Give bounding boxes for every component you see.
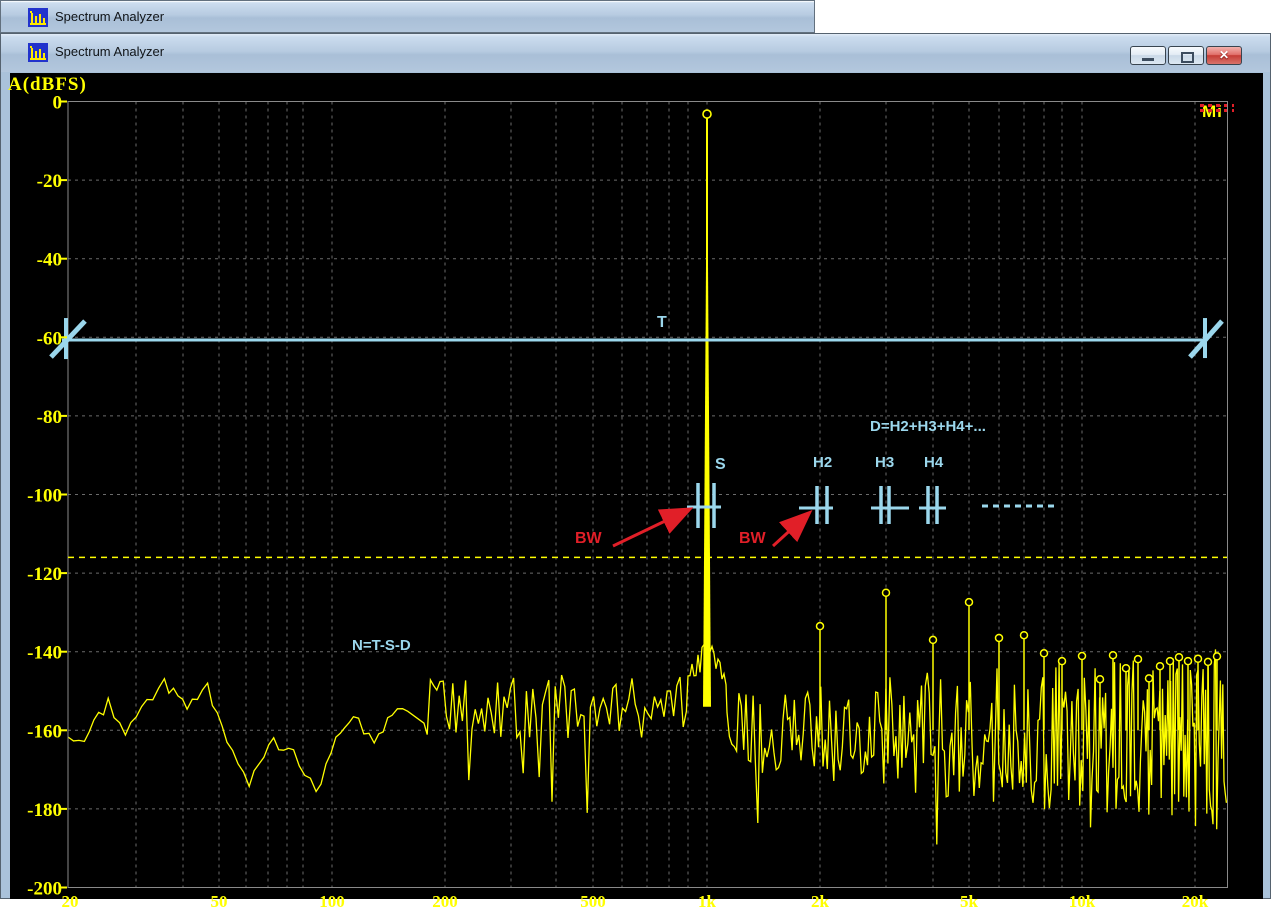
- annotation-h4: H4: [924, 454, 943, 471]
- annotation-d-h2-h3-h4-: D=H2+H3+H4+...: [870, 418, 986, 435]
- annotation-bw: BW: [739, 530, 766, 548]
- annotation-bw: BW: [575, 530, 602, 548]
- minimize-icon: [1142, 58, 1154, 61]
- watermark-dash: [1200, 109, 1234, 112]
- annotation-n-t-s-d: N=T-S-D: [352, 637, 411, 654]
- background-window-title: Spectrum Analyzer: [55, 9, 164, 24]
- maximize-icon: [1181, 52, 1194, 63]
- x-tick-label: 1k: [698, 892, 716, 912]
- app-icon: [28, 8, 48, 27]
- minimize-button[interactable]: [1130, 46, 1166, 65]
- titlebar[interactable]: Spectrum Analyzer ✕: [1, 34, 1270, 72]
- maximize-button[interactable]: [1168, 46, 1204, 65]
- plot-client-area: [10, 73, 1263, 899]
- annotation-h2: H2: [813, 454, 832, 471]
- app-icon: [28, 43, 48, 62]
- y-axis-title: A(dBFS): [8, 74, 87, 96]
- x-tick-label: 200: [432, 892, 458, 912]
- watermark-dash: [1200, 104, 1234, 107]
- x-tick-label: 10k: [1069, 892, 1095, 912]
- annotation-t: T: [657, 314, 667, 332]
- x-tick-label: 20k: [1182, 892, 1208, 912]
- close-icon: ✕: [1207, 48, 1241, 62]
- screen: Spectrum Analyzer Spectrum Analyzer ✕ A(…: [0, 0, 1271, 899]
- x-tick-label: 5k: [960, 892, 978, 912]
- x-tick-label: 20: [62, 892, 79, 912]
- annotation-s: S: [715, 456, 726, 474]
- window-title: Spectrum Analyzer: [55, 44, 164, 59]
- x-tick-label: 500: [580, 892, 606, 912]
- close-button[interactable]: ✕: [1206, 46, 1242, 65]
- x-tick-label: 2k: [811, 892, 829, 912]
- annotation-h3: H3: [875, 454, 894, 471]
- spectrum-analyzer-window: Spectrum Analyzer ✕: [0, 33, 1271, 899]
- x-tick-label: 100: [319, 892, 345, 912]
- background-window-titlebar[interactable]: Spectrum Analyzer: [0, 0, 815, 33]
- x-tick-label: 50: [211, 892, 228, 912]
